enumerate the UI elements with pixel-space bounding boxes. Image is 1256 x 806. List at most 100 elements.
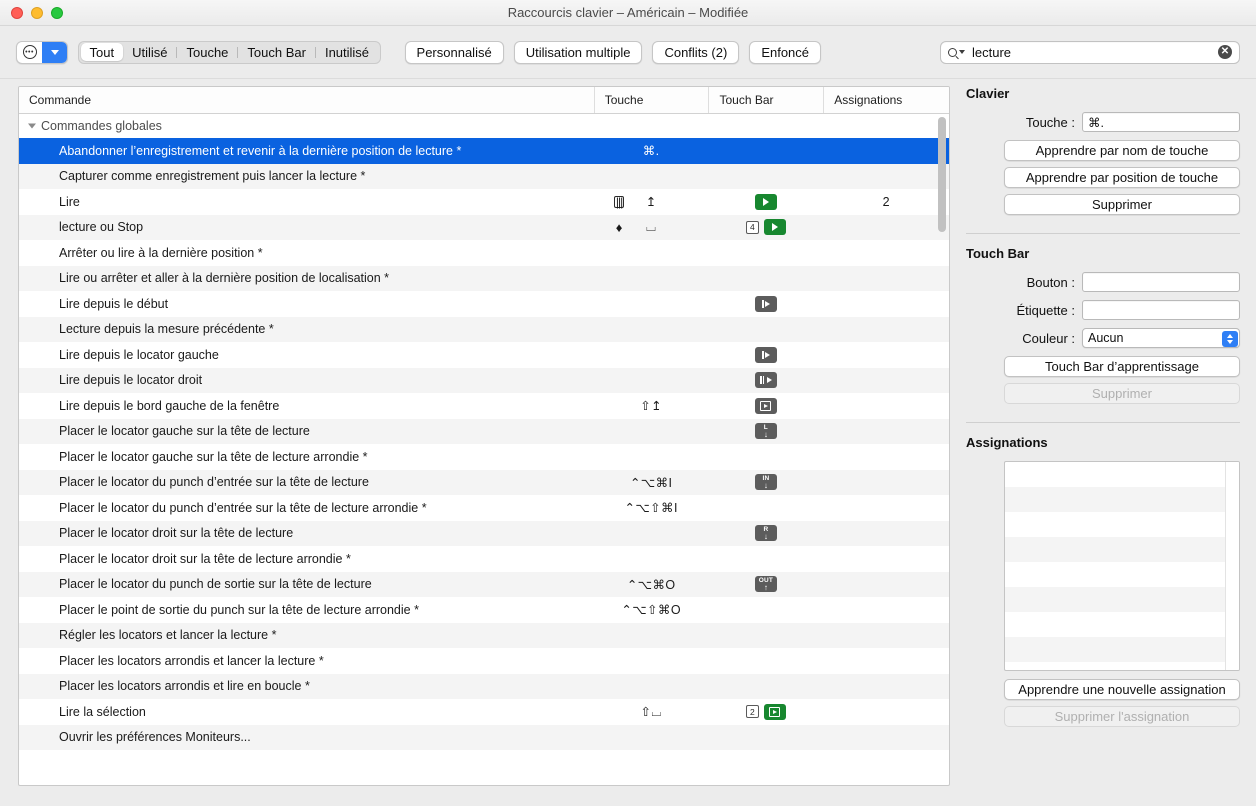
table-row[interactable]: Lecture depuis la mesure précédente *: [19, 316, 949, 342]
column-header-assignations[interactable]: Assignations: [823, 87, 949, 113]
table-row[interactable]: Placer le locator du punch de sortie sur…: [19, 571, 949, 597]
table-row[interactable]: Lire depuis le locator droit: [19, 367, 949, 393]
touchbar-play-icon[interactable]: [763, 219, 786, 236]
table-row[interactable]: Placer le point de sortie du punch sur l…: [19, 597, 949, 623]
assignation-row[interactable]: [1005, 637, 1239, 662]
filter-segmented-control[interactable]: Tout Utilisé Touche Touch Bar Inutilisé: [78, 40, 381, 64]
etiquette-input[interactable]: [1082, 300, 1240, 320]
table-row[interactable]: Placer le locator gauche sur la tête de …: [19, 418, 949, 444]
segment-tout[interactable]: Tout: [80, 43, 124, 61]
row-command-label: Lire depuis le locator droit: [59, 373, 203, 388]
table-row[interactable]: Lire la sélection ⇧⌴ 2: [19, 699, 949, 725]
conflits-button[interactable]: Conflits (2): [652, 40, 740, 64]
touchbar-punch-out-icon[interactable]: OUT ↑: [754, 576, 778, 593]
touchbar-play-boxed-icon[interactable]: [754, 397, 777, 414]
row-touchbar-cell: 2: [709, 703, 824, 720]
table-row[interactable]: lecture ou Stop ♦ ⌴ 4: [19, 214, 949, 240]
table-row[interactable]: Lire depuis le début: [19, 291, 949, 317]
ellipsis-circle-icon[interactable]: •••: [17, 42, 42, 63]
assignation-row[interactable]: [1005, 487, 1239, 512]
supprimer-touche-button[interactable]: Supprimer: [1004, 194, 1240, 215]
touchbar-left-locator-icon[interactable]: L ↓: [754, 423, 777, 440]
assignation-row[interactable]: [1005, 537, 1239, 562]
segment-utilise[interactable]: Utilisé: [123, 43, 176, 61]
touchbar-play-icon[interactable]: [754, 193, 777, 210]
row-key-shortcut: ⌃⌥⇧⌘I: [624, 501, 678, 516]
table-row[interactable]: Placer le locator droit sur la tête de l…: [19, 520, 949, 546]
bouton-input[interactable]: [1082, 272, 1240, 292]
segment-touch-bar[interactable]: Touch Bar: [238, 43, 315, 61]
row-key-shortcut: ⌘.: [642, 144, 660, 159]
touchbar-play-from-start-icon[interactable]: [754, 346, 777, 363]
search-field[interactable]: ✕: [940, 40, 1240, 64]
table-row[interactable]: Placer les locators arrondis et lire en …: [19, 673, 949, 699]
table-row[interactable]: Abandonner l’enregistrement et revenir à…: [19, 138, 949, 164]
touchbar-play-from-start-icon[interactable]: [754, 295, 777, 312]
assignations-scrollbar[interactable]: [1225, 462, 1239, 670]
assignation-row[interactable]: [1005, 462, 1239, 487]
apprendre-par-position-button[interactable]: Apprendre par position de touche: [1004, 167, 1240, 188]
column-header-commande[interactable]: Commande: [19, 87, 594, 113]
close-button[interactable]: [11, 6, 23, 19]
utilisation-multiple-button[interactable]: Utilisation multiple: [513, 40, 643, 64]
section-title-clavier: Clavier: [966, 86, 1010, 101]
assignation-row[interactable]: [1005, 587, 1239, 612]
row-touchbar-cell: 4: [709, 219, 824, 236]
table-row[interactable]: Lire ||| ↥ 2: [19, 189, 949, 215]
updown-chevrons-icon[interactable]: [1221, 330, 1238, 347]
search-icon[interactable]: [948, 47, 965, 57]
row-command-label: Ouvrir les préférences Moniteurs...: [59, 730, 251, 745]
apprendre-nouvelle-assignation-button[interactable]: Apprendre une nouvelle assignation: [1004, 679, 1240, 700]
row-touchbar-cell: [709, 193, 824, 210]
table-row[interactable]: Placer le locator droit sur la tête de l…: [19, 546, 949, 572]
row-command-label: lecture ou Stop: [59, 220, 144, 235]
zoom-button[interactable]: [51, 6, 63, 19]
column-header-touch-bar[interactable]: Touch Bar: [708, 87, 823, 113]
table-row[interactable]: Arrêter ou lire à la dernière position *: [19, 240, 949, 266]
table-row[interactable]: Placer les locators arrondis et lancer l…: [19, 648, 949, 674]
table-row[interactable]: Placer le locator du punch d’entrée sur …: [19, 469, 949, 495]
table-row[interactable]: Lire depuis le locator gauche: [19, 342, 949, 368]
touchbar-play-selection-icon[interactable]: [763, 703, 786, 720]
etiquette-label: Étiquette :: [1016, 302, 1075, 318]
touchbar-right-locator-icon[interactable]: R ↓: [754, 525, 777, 542]
couleur-select[interactable]: Aucun: [1082, 328, 1240, 348]
row-command-label: Placer le locator droit sur la tête de l…: [59, 526, 294, 541]
table-row[interactable]: Lire ou arrêter et aller à la dernière p…: [19, 265, 949, 291]
table-row[interactable]: Régler les locators et lancer la lecture…: [19, 622, 949, 648]
assignation-row[interactable]: [1005, 512, 1239, 537]
clear-search-icon[interactable]: ✕: [1218, 45, 1232, 59]
section-title-assignations: Assignations: [966, 435, 1048, 450]
enfonce-button[interactable]: Enfoncé: [749, 40, 822, 64]
column-header-touche[interactable]: Touche: [593, 87, 709, 113]
touch-bar-apprentissage-button[interactable]: Touch Bar d’apprentissage: [1004, 356, 1240, 377]
segment-inutilise[interactable]: Inutilisé: [316, 43, 378, 61]
apprendre-par-nom-button[interactable]: Apprendre par nom de touche: [1004, 140, 1240, 161]
table-row[interactable]: Lire depuis le bord gauche de la fenêtre…: [19, 393, 949, 419]
assignations-list[interactable]: [1004, 461, 1240, 671]
chevron-down-icon[interactable]: [42, 41, 67, 63]
touchbar-punch-in-icon[interactable]: IN ↓: [754, 474, 777, 491]
row-command-label: Placer les locators arrondis et lire en …: [59, 679, 310, 694]
supprimer-assignation-button: Supprimer l'assignation: [1004, 706, 1240, 727]
minimize-button[interactable]: [31, 6, 43, 19]
touche-input[interactable]: ⌘.: [1082, 112, 1240, 132]
disclosure-triangle-icon[interactable]: [28, 123, 36, 129]
action-menu-group[interactable]: •••: [16, 40, 68, 64]
table-row[interactable]: Capturer comme enregistrement puis lance…: [19, 163, 949, 189]
row-touchbar-cell: [709, 295, 824, 312]
touchbar-play-from-right-icon[interactable]: [754, 372, 777, 389]
assignation-row[interactable]: [1005, 562, 1239, 587]
personnalise-button[interactable]: Personnalisé: [404, 40, 504, 64]
table-row[interactable]: Placer le locator gauche sur la tête de …: [19, 444, 949, 470]
row-touchbar-cell: [709, 372, 824, 389]
assignation-row[interactable]: [1005, 612, 1239, 637]
etiquette-field-row: Étiquette :: [966, 300, 1240, 320]
window-body: Commande Touche Touch Bar Assignations C…: [0, 79, 1256, 806]
table-row[interactable]: Ouvrir les préférences Moniteurs...: [19, 724, 949, 750]
segment-touche[interactable]: Touche: [177, 43, 237, 61]
table-row[interactable]: Placer le locator du punch d’entrée sur …: [19, 495, 949, 521]
search-input[interactable]: [965, 44, 1218, 60]
row-touchbar-badge: 2: [745, 705, 759, 719]
group-row-commandes-globales[interactable]: Commandes globales: [19, 114, 949, 138]
